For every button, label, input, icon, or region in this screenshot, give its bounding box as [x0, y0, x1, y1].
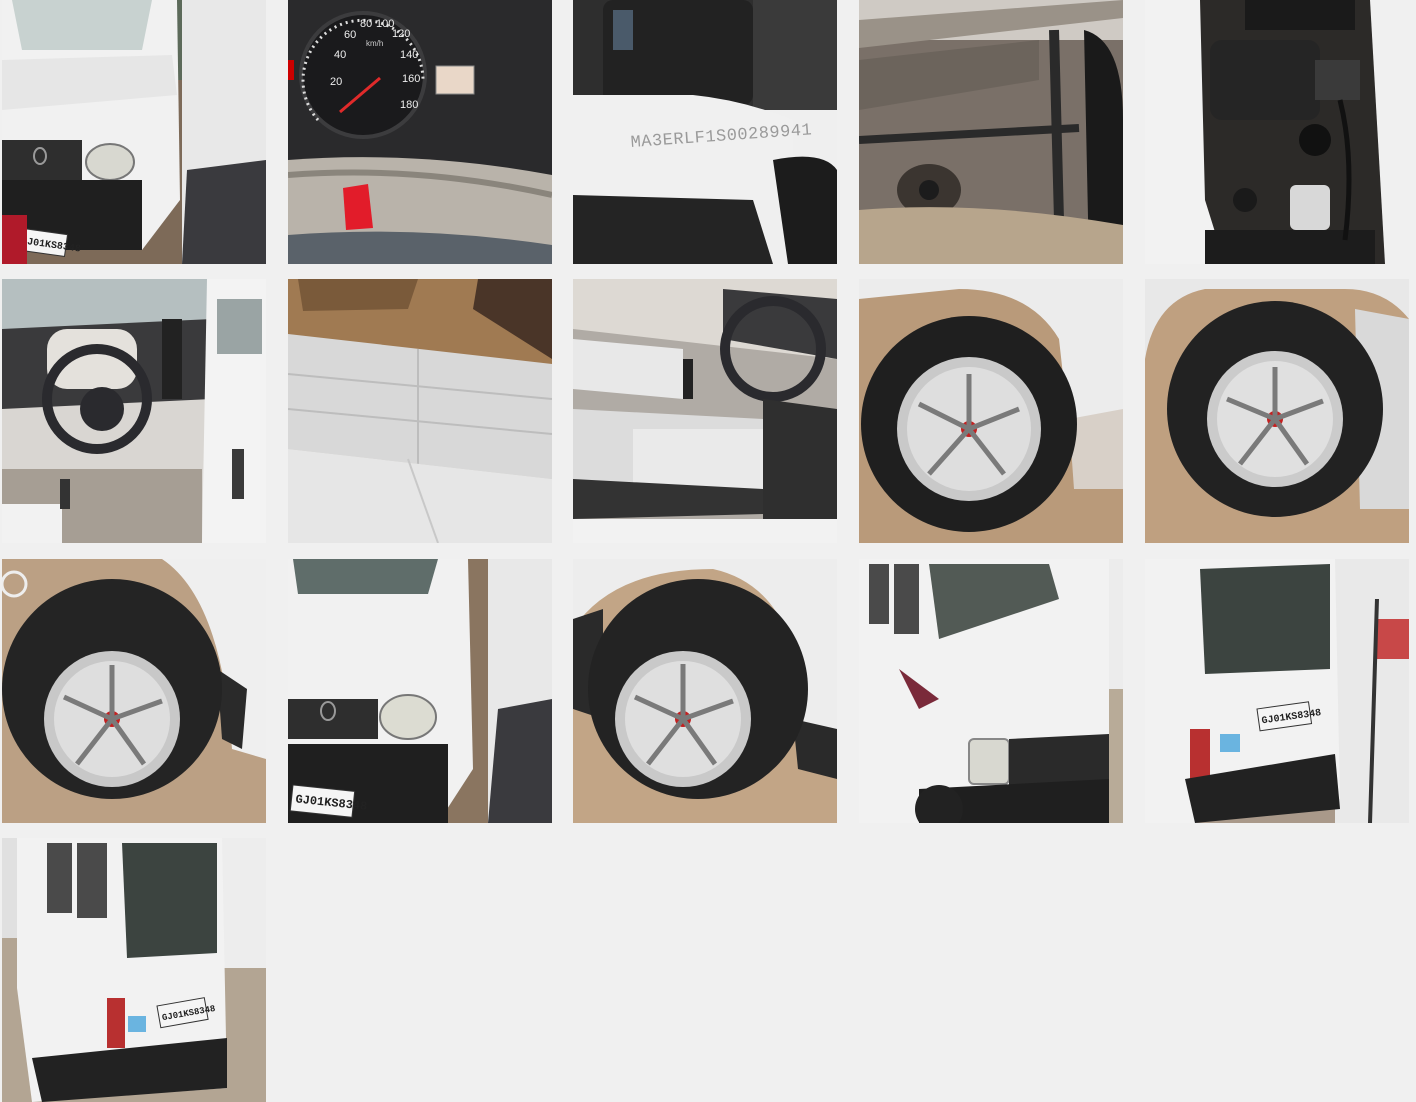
photo-rear-right-wheel[interactable] — [1145, 279, 1409, 543]
photo-gallery: GJ01KS8348 20 40 60 80 100 120 140 160 1… — [0, 0, 1416, 1102]
photo-rear-left-wheel[interactable] — [2, 559, 266, 823]
gauge-unit: km/h — [366, 39, 383, 48]
van-rear-side-image: GJ01KS8348 — [2, 838, 266, 1102]
van-front-image: GJ01KS8348 — [288, 559, 552, 823]
photo-rear-bench-seat[interactable] — [288, 279, 552, 543]
photo-front-left-exterior[interactable]: GJ01KS8348 — [2, 0, 266, 264]
photo-engine-bay[interactable] — [1145, 0, 1409, 264]
gauge-number: 160 — [402, 73, 420, 85]
photo-front-left-wheel[interactable] — [573, 559, 837, 823]
gauge-number: 80 — [360, 18, 372, 30]
rear-seat-image — [288, 279, 552, 543]
photo-underbody[interactable] — [859, 0, 1123, 264]
wheel-image — [573, 559, 837, 823]
dashboard-image — [2, 279, 266, 543]
gauge-number: 140 — [400, 49, 418, 61]
wheel-image — [1145, 279, 1409, 543]
photo-speedometer[interactable]: 20 40 60 80 100 120 140 160 180 km/h — [288, 0, 552, 264]
gauge-number: 120 — [392, 28, 410, 40]
van-side-front-image — [859, 559, 1123, 823]
van-rear-image: GJ01KS8348 — [1145, 559, 1409, 823]
chassis-number-image: MA3ERLF1S00289941 — [573, 0, 837, 264]
speedometer-image: 20 40 60 80 100 120 140 160 180 km/h — [288, 0, 552, 264]
engine-bay-image — [1145, 0, 1409, 264]
photo-rear-left-exterior[interactable]: GJ01KS8348 — [2, 838, 266, 1102]
photo-front-seats[interactable] — [573, 279, 837, 543]
wheel-image — [859, 279, 1123, 543]
gauge-number: 180 — [400, 99, 418, 111]
photo-dashboard[interactable] — [2, 279, 266, 543]
front-seats-image — [573, 279, 837, 543]
photo-front-right-exterior[interactable] — [859, 559, 1123, 823]
photo-front-right-wheel[interactable] — [859, 279, 1123, 543]
photo-front-exterior[interactable]: GJ01KS8348 — [288, 559, 552, 823]
photo-rear-exterior[interactable]: GJ01KS8348 — [1145, 559, 1409, 823]
gauge-number: 60 — [344, 29, 356, 41]
photo-chassis-number[interactable]: MA3ERLF1S00289941 — [573, 0, 837, 264]
gauge-number: 20 — [330, 76, 342, 88]
underbody-image — [859, 0, 1123, 264]
wheel-image — [2, 559, 266, 823]
van-front-image: GJ01KS8348 — [2, 0, 266, 264]
gauge-number: 40 — [334, 49, 346, 61]
